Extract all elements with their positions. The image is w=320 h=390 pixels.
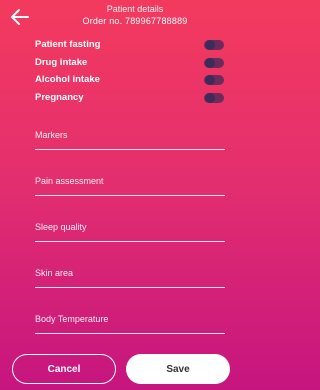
toggle-row-pregnancy: Pregnancy xyxy=(0,91,240,109)
drug-intake-toggle[interactable] xyxy=(204,57,224,68)
toggle-label: Patient fasting xyxy=(35,39,101,50)
toggle-label: Pregnancy xyxy=(35,91,84,103)
pain-assessment-field[interactable]: Pain assessment xyxy=(35,170,225,196)
patient-fasting-toggle[interactable] xyxy=(204,40,224,50)
markers-field[interactable]: Markers xyxy=(35,124,225,150)
order-number: Order no. 789967788889 xyxy=(82,16,188,26)
cancel-button[interactable]: Cancel xyxy=(12,354,116,384)
title-block: Patient details Order no. 789967788889 xyxy=(60,4,210,27)
field-label: Pain assessment xyxy=(35,176,104,186)
toggle-label: Drug intake xyxy=(35,56,88,68)
footer-actions: Cancel Save xyxy=(0,354,240,390)
toggle-row-patient-fasting: Patient fasting xyxy=(0,38,240,56)
toggle-row-drug-intake: Drug intake xyxy=(0,56,240,74)
toggle-knob xyxy=(205,92,215,103)
toggle-row-alcohol-intake: Alcohol intake xyxy=(0,73,240,91)
pregnancy-toggle[interactable] xyxy=(204,92,224,103)
page-title: Patient details xyxy=(106,4,164,14)
toggle-knob xyxy=(205,40,215,50)
toggle-list: Patient fasting Drug intake Alcohol inta… xyxy=(0,38,240,108)
arrow-left-icon[interactable] xyxy=(10,8,30,26)
field-label: Body Temperature xyxy=(35,314,109,324)
header-bar: Patient details Order no. 789967788889 xyxy=(0,0,240,34)
toggle-label: Alcohol intake xyxy=(35,74,100,85)
field-label: Skin area xyxy=(35,268,74,278)
toggle-knob xyxy=(205,75,215,85)
field-label: Sleep quality xyxy=(35,222,87,232)
body-temperature-field[interactable]: Body Temperature xyxy=(35,308,225,334)
field-label: Markers xyxy=(35,130,68,140)
save-button[interactable]: Save xyxy=(126,354,230,384)
skin-area-field[interactable]: Skin area xyxy=(35,262,225,288)
alcohol-intake-toggle[interactable] xyxy=(204,75,224,85)
toggle-knob xyxy=(205,57,215,68)
sleep-quality-field[interactable]: Sleep quality xyxy=(35,216,225,242)
